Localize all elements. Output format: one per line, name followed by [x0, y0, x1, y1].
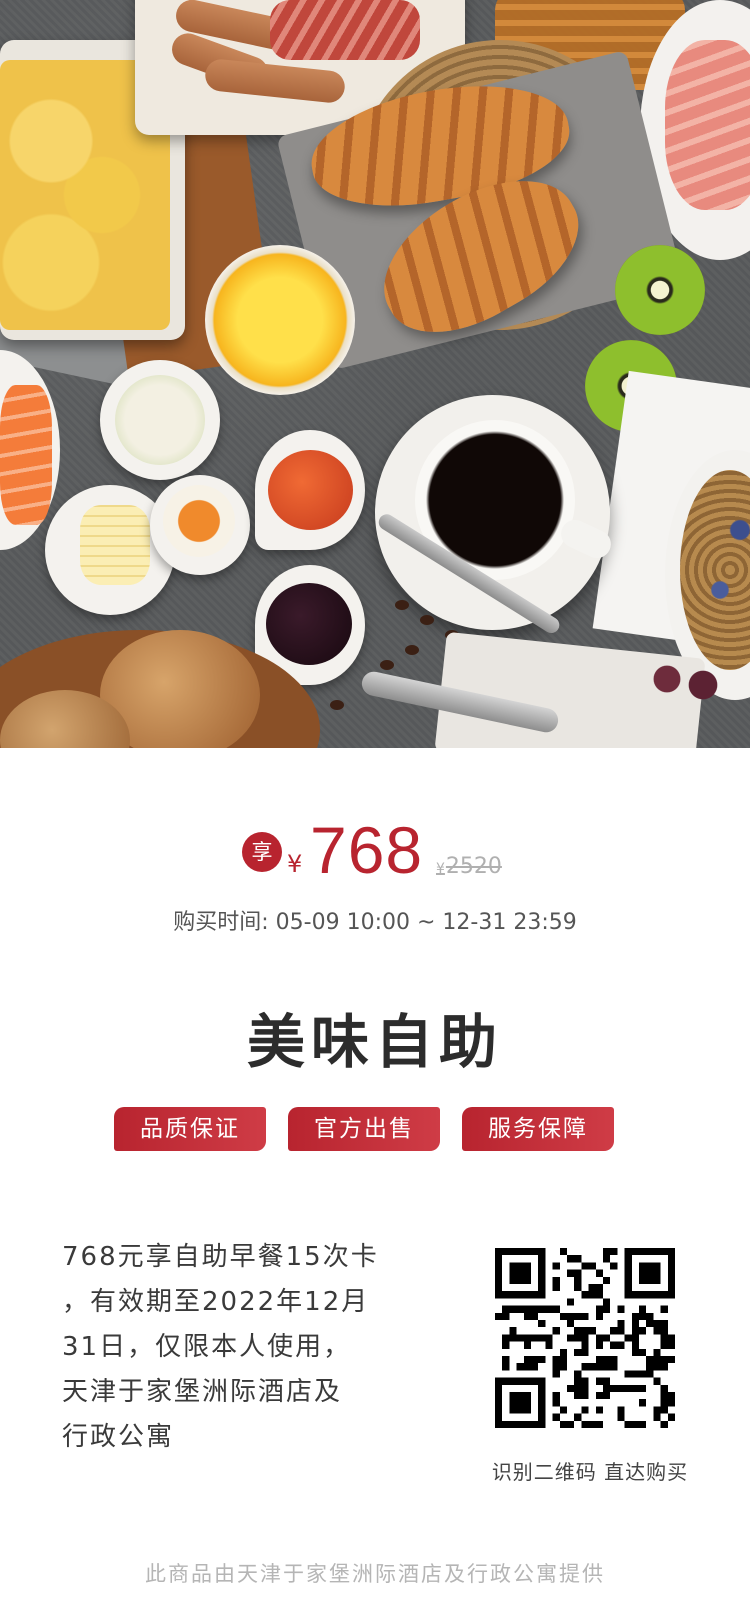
description-line: 行政公寓 — [62, 1422, 175, 1452]
description-line: 768元享自助早餐15次卡 — [62, 1242, 379, 1272]
price-row: 享 ¥ 768 ¥2520 — [0, 813, 750, 900]
tag-service: 服务保障 — [462, 1107, 614, 1151]
hero-image — [0, 0, 750, 748]
price-currency: ¥ — [287, 850, 303, 878]
tag-quality: 品质保证 — [114, 1107, 266, 1151]
original-price: ¥2520 — [436, 854, 502, 879]
price-value: 768 — [310, 813, 424, 887]
qr-caption: 识别二维码 直达购买 — [491, 1460, 689, 1484]
description-line: 天津于家堡洲际酒店及 — [62, 1377, 343, 1407]
purchase-time: 购买时间: 05-09 10:00 ~ 12-31 23:59 — [173, 910, 577, 935]
description-line: ，有效期至2022年12月 — [62, 1287, 370, 1317]
merchant-footer: 此商品由天津于家堡洲际酒店及行政公寓提供 — [145, 1562, 605, 1586]
qr-code[interactable] — [495, 1248, 675, 1428]
original-price-currency: ¥ — [436, 861, 445, 877]
page-title: 美味自助 — [246, 1008, 503, 1076]
member-price-badge: 享 — [242, 832, 282, 872]
description-line: 31日，仅限本人使用， — [62, 1332, 352, 1362]
guarantee-tags: 品质保证 官方出售 服务保障 — [114, 1107, 636, 1151]
tag-official: 官方出售 — [288, 1107, 440, 1151]
product-description: 768元享自助早餐15次卡 ，有效期至2022年12月 31日，仅限本人使用， … — [62, 1235, 417, 1460]
original-price-value: 2520 — [445, 854, 502, 879]
